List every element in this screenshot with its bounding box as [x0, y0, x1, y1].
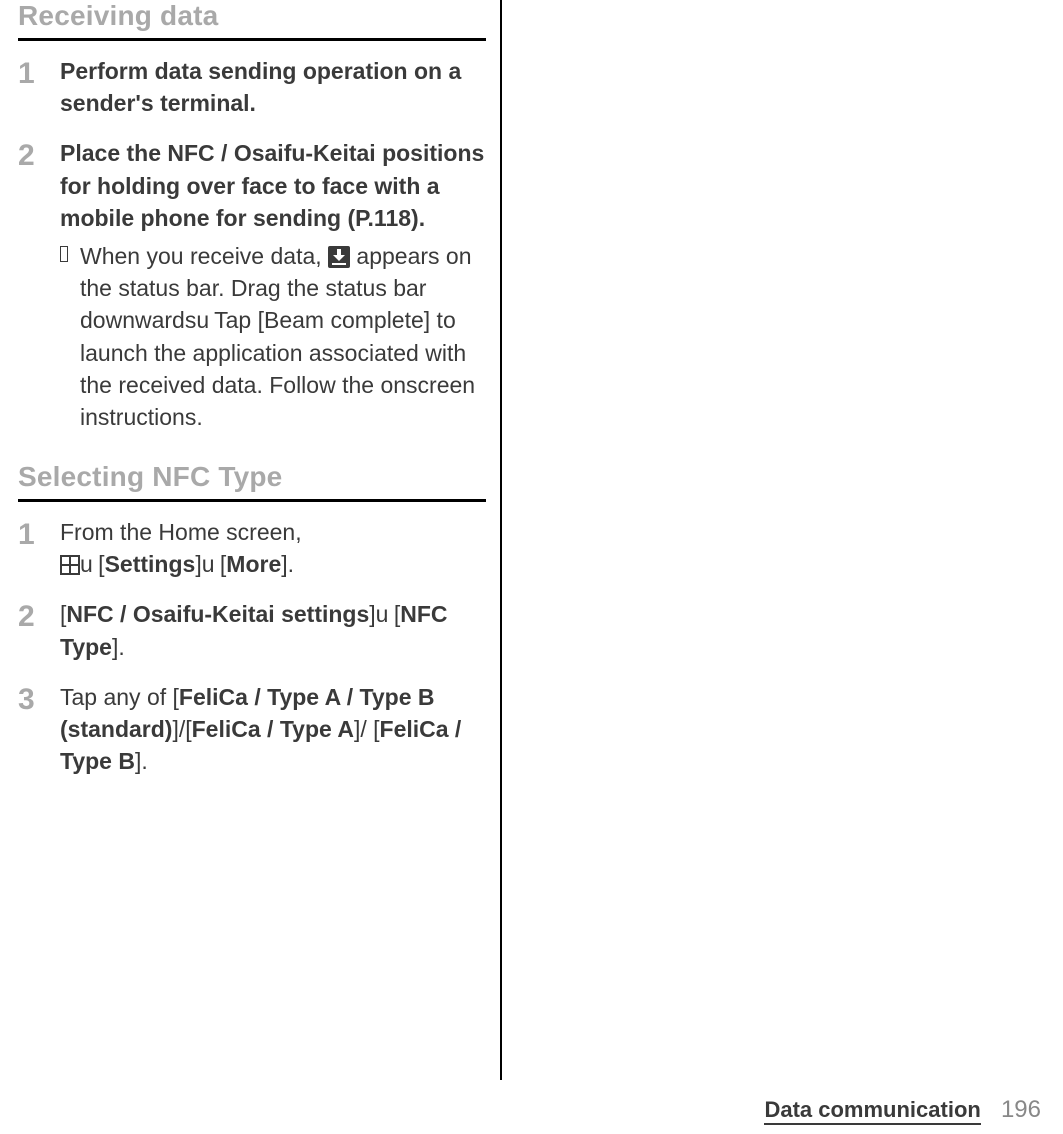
text-pre: Tap any of [ [60, 684, 179, 710]
separator-u: u [376, 601, 388, 627]
step-2-1: 1 From the Home screen, u [Settings]u [M… [18, 516, 486, 580]
step-number: 2 [18, 598, 60, 662]
step-text: Place the NFC / Osaifu-Keitai positions … [60, 140, 484, 230]
section-nfc-type: Selecting NFC Type 1 From the Home scree… [18, 461, 486, 777]
right-column [512, 0, 1063, 1080]
step-body: Tap any of [FeliCa / Type A / Type B (st… [60, 681, 486, 778]
note-text-before: When you receive data, [80, 243, 328, 269]
footer-section-label: Data communication [764, 1097, 980, 1125]
step-1-2: 2 Place the NFC / Osaifu-Keitai position… [18, 137, 486, 433]
separator-u: u [80, 551, 92, 577]
step-2-2: 2 [NFC / Osaifu-Keitai settings]u [NFC T… [18, 598, 486, 662]
note-bullet-icon [60, 246, 68, 262]
step-body: Place the NFC / Osaifu-Keitai positions … [60, 137, 486, 433]
bracket: ]/ [ [354, 716, 380, 742]
step-note: When you receive data, appears on the st… [60, 240, 486, 433]
step-number: 3 [18, 681, 60, 778]
page-number: 196 [1001, 1096, 1041, 1123]
step-body: [NFC / Osaifu-Keitai settings]u [NFC Typ… [60, 598, 486, 662]
bracket: [ [387, 601, 400, 627]
step-number: 1 [18, 55, 60, 119]
separator-u: u [202, 551, 214, 577]
bracket: ]. [281, 551, 294, 577]
bracket: ]/[ [172, 716, 191, 742]
manual-page: Receiving data 1 Perform data sending op… [0, 0, 1063, 1134]
left-column: Receiving data 1 Perform data sending op… [0, 0, 500, 1080]
page-footer: Data communication 196 [764, 1096, 1041, 1124]
download-icon [328, 246, 350, 268]
heading-rule [18, 499, 486, 502]
step-body: From the Home screen, u [Settings]u [Mor… [60, 516, 486, 580]
settings-label: Settings [105, 551, 196, 577]
step-number: 1 [18, 516, 60, 580]
nfc-settings-label: NFC / Osaifu-Keitai settings [66, 601, 369, 627]
heading-rule [18, 38, 486, 41]
option-2: FeliCa / Type A [192, 716, 354, 742]
step-number: 2 [18, 137, 60, 433]
bracket: [ [214, 551, 227, 577]
step-1-1: 1 Perform data sending operation on a se… [18, 55, 486, 119]
bracket: ]. [112, 634, 125, 660]
apps-grid-icon [60, 555, 80, 575]
bracket: ]. [135, 748, 148, 774]
two-column-layout: Receiving data 1 Perform data sending op… [0, 0, 1063, 1080]
section-heading-receiving: Receiving data [18, 0, 486, 32]
step-body: Perform data sending operation on a send… [60, 55, 486, 119]
separator-u: u [196, 307, 208, 333]
step-text: Perform data sending operation on a send… [60, 58, 461, 116]
more-label: More [226, 551, 281, 577]
section-heading-nfc: Selecting NFC Type [18, 461, 486, 493]
column-divider [500, 0, 502, 1080]
text-pre: From the Home screen, [60, 519, 302, 545]
bracket: [ [92, 551, 105, 577]
step-2-3: 3 Tap any of [FeliCa / Type A / Type B (… [18, 681, 486, 778]
